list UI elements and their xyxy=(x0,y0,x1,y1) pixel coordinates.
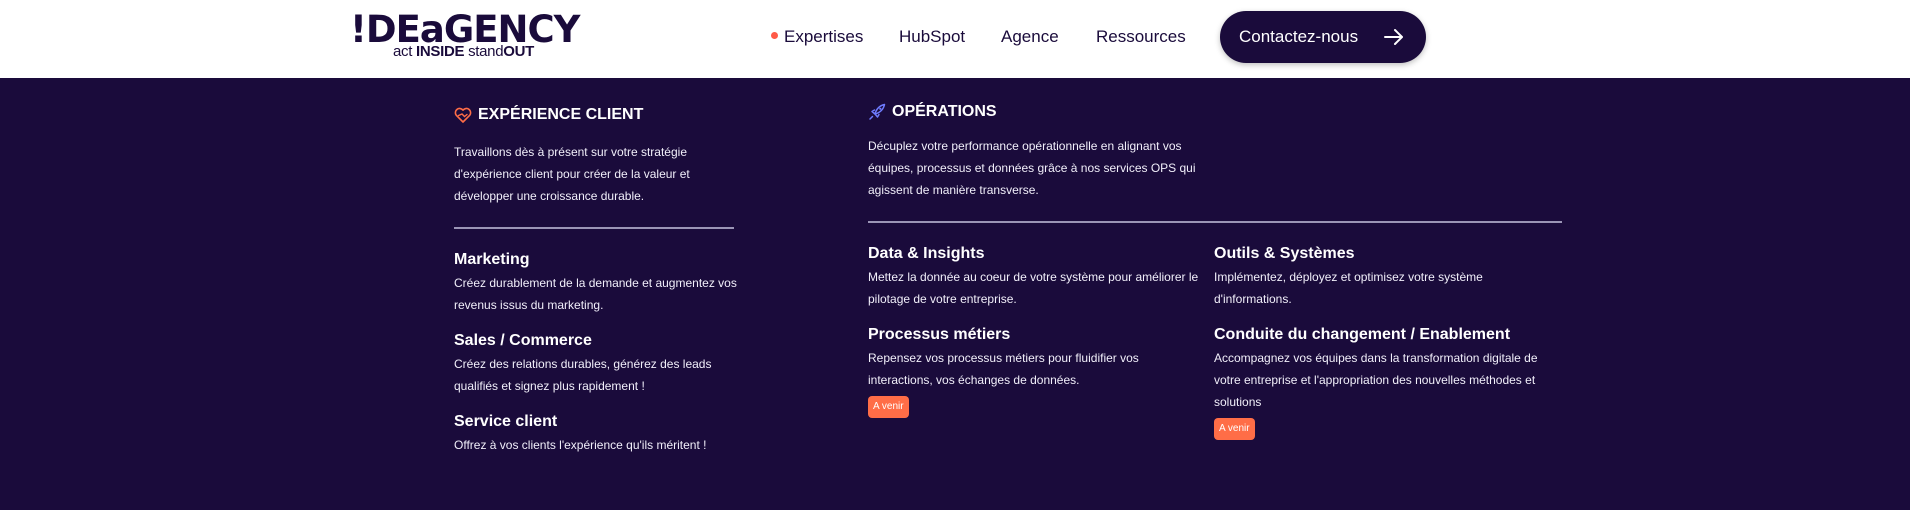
contact-button[interactable]: Contactez-nous xyxy=(1220,11,1426,63)
rocket-icon xyxy=(869,103,886,120)
operations-divider xyxy=(868,221,1562,223)
operations-title: OPÉRATIONS xyxy=(892,103,997,120)
menu-item-outils-systemes[interactable]: Outils & Systèmes Implémentez, déployez … xyxy=(1214,244,1559,310)
logo-tagline: act INSIDE standOUT xyxy=(393,43,535,60)
experience-divider xyxy=(454,227,734,229)
logo[interactable]: !DEaGENCY act INSIDE standOUT xyxy=(350,10,580,60)
coming-soon-badge: A venir xyxy=(868,396,909,418)
item-title: Conduite du changement / Enablement xyxy=(1214,326,1511,343)
menu-item-processus-metiers[interactable]: Processus métiers Repensez vos processus… xyxy=(868,325,1198,418)
item-description: Accompagnez vos équipes dans la transfor… xyxy=(1214,351,1538,409)
arrow-right-icon xyxy=(1384,29,1403,45)
menu-item-data-insights[interactable]: Data & Insights Mettez la donnée au coeu… xyxy=(868,244,1203,310)
item-description: Offrez à vos clients l'expérience qu'ils… xyxy=(454,438,707,452)
item-description: Repensez vos processus métiers pour flui… xyxy=(868,351,1139,387)
coming-soon-badge: A venir xyxy=(1214,418,1255,440)
experience-title: EXPÉRIENCE CLIENT xyxy=(478,106,644,123)
nav-expertises[interactable]: Expertises xyxy=(784,0,863,74)
item-title: Data & Insights xyxy=(868,245,985,262)
menu-item-sales[interactable]: Sales / Commerce Créez des relations dur… xyxy=(454,331,739,397)
expertises-mega-menu: EXPÉRIENCE CLIENT Travaillons dès à prés… xyxy=(0,78,1910,510)
nav-agence[interactable]: Agence xyxy=(1001,0,1059,74)
heart-handshake-icon xyxy=(454,107,472,123)
item-description: Mettez la donnée au coeur de votre systè… xyxy=(868,270,1199,306)
operations-description: Décuplez votre performance opérationnell… xyxy=(868,139,1196,197)
operations-heading[interactable]: OPÉRATIONS xyxy=(868,103,997,121)
menu-item-conduite-changement[interactable]: Conduite du changement / Enablement Acco… xyxy=(1214,325,1559,440)
menu-item-service-client[interactable]: Service client Offrez à vos clients l'ex… xyxy=(454,412,739,456)
item-title: Sales / Commerce xyxy=(454,332,592,349)
contact-button-label: Contactez-nous xyxy=(1239,27,1359,46)
item-title: Outils & Systèmes xyxy=(1214,245,1355,262)
nav-ressources[interactable]: Ressources xyxy=(1096,0,1186,74)
experience-description: Travaillons dès à présent sur votre stra… xyxy=(454,145,690,203)
item-description: Créez des relations durables, générez de… xyxy=(454,357,712,393)
nav-hubspot[interactable]: HubSpot xyxy=(899,0,965,74)
item-description: Implémentez, déployez et optimisez votre… xyxy=(1214,270,1483,306)
item-title: Processus métiers xyxy=(868,326,1011,343)
item-description: Créez durablement de la demande et augme… xyxy=(454,276,737,312)
active-nav-dot xyxy=(771,32,778,39)
item-title: Marketing xyxy=(454,251,530,268)
item-title: Service client xyxy=(454,413,558,430)
menu-item-marketing[interactable]: Marketing Créez durablement de la demand… xyxy=(454,250,739,316)
site-header: !DEaGENCY act INSIDE standOUT Expertises… xyxy=(0,0,1910,78)
experience-heading[interactable]: EXPÉRIENCE CLIENT xyxy=(454,106,643,124)
